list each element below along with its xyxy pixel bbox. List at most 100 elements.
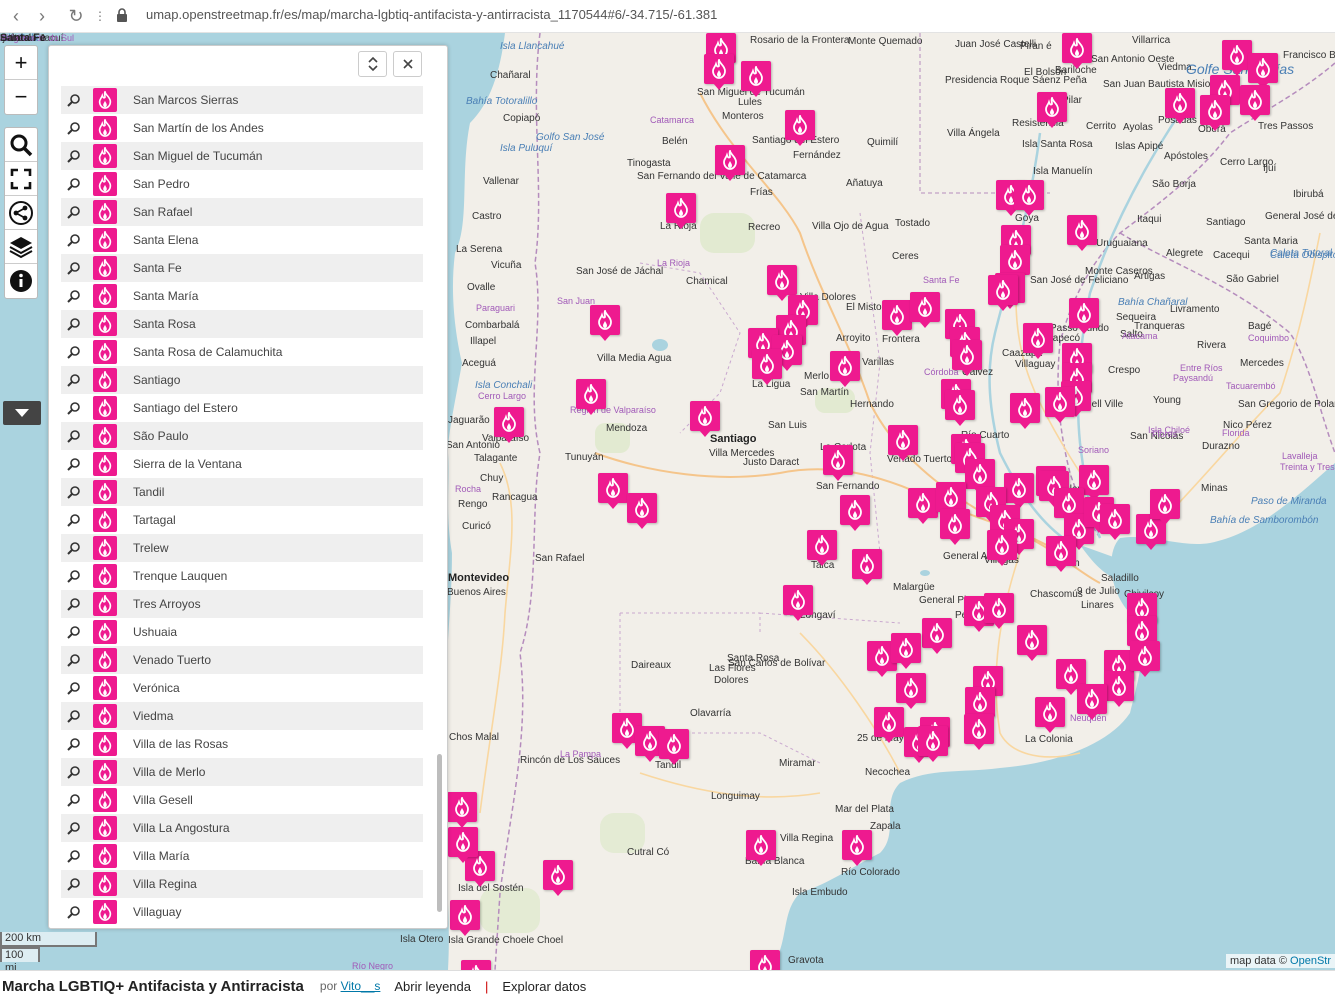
fire-marker[interactable] xyxy=(1035,697,1065,735)
zoom-to-icon[interactable] xyxy=(67,485,91,499)
fire-marker[interactable] xyxy=(543,860,573,898)
list-item-label[interactable]: Villa Gesell xyxy=(133,793,193,807)
fire-marker[interactable] xyxy=(627,493,657,531)
list-item[interactable]: San Miguel de Tucumán xyxy=(61,142,423,170)
list-item-label[interactable]: Viedma xyxy=(133,709,173,723)
fire-marker[interactable] xyxy=(447,792,477,830)
list-item[interactable]: São Paulo xyxy=(61,422,423,450)
list-item[interactable]: San Pedro xyxy=(61,170,423,198)
zoom-to-icon[interactable] xyxy=(67,177,91,191)
list-item-label[interactable]: Villa La Angostura xyxy=(133,821,230,835)
list-item[interactable]: Villa de Merlo xyxy=(61,758,423,786)
zoom-to-icon[interactable] xyxy=(67,429,91,443)
list-item[interactable]: Santiago del Estero xyxy=(61,394,423,422)
list-item-label[interactable]: São Paulo xyxy=(133,429,188,443)
list-item-label[interactable]: Villa de Merlo xyxy=(133,765,205,779)
list-item-label[interactable]: Ushuaia xyxy=(133,625,177,639)
open-legend-link[interactable]: Abrir leyenda xyxy=(394,979,471,994)
zoom-to-icon[interactable] xyxy=(67,513,91,527)
fire-marker[interactable] xyxy=(918,726,948,764)
map-canvas[interactable]: Rosario de la Frontera Monte Quemado Juan … xyxy=(0,33,1335,970)
reload-icon[interactable]: ↻ xyxy=(64,4,88,28)
fire-marker[interactable] xyxy=(1046,536,1076,574)
fire-marker[interactable] xyxy=(741,61,771,99)
explore-data-link[interactable]: Explorar datos xyxy=(502,979,586,994)
zoom-to-icon[interactable] xyxy=(67,541,91,555)
list-item-label[interactable]: San Pedro xyxy=(133,177,190,191)
list-item[interactable]: Santa Elena xyxy=(61,226,423,254)
zoom-to-icon[interactable] xyxy=(67,401,91,415)
list-item-label[interactable]: Sierra de la Ventana xyxy=(133,457,242,471)
list-item[interactable]: Santa Rosa xyxy=(61,310,423,338)
list-item-label[interactable]: Trenque Lauquen xyxy=(133,569,227,583)
fullscreen-button[interactable] xyxy=(5,162,37,196)
zoom-to-icon[interactable] xyxy=(67,457,91,471)
fire-marker[interactable] xyxy=(1165,88,1195,126)
fire-marker[interactable] xyxy=(896,673,926,711)
list-item-label[interactable]: Tandil xyxy=(133,485,164,499)
zoom-to-icon[interactable] xyxy=(67,765,91,779)
fire-marker[interactable] xyxy=(659,729,689,767)
fire-marker[interactable] xyxy=(988,275,1018,313)
list-item[interactable]: Villaguay xyxy=(61,898,423,926)
zoom-to-icon[interactable] xyxy=(67,793,91,807)
fire-marker[interactable] xyxy=(891,633,921,671)
list-item[interactable]: San Marcos Sierras xyxy=(61,86,423,114)
list-item-label[interactable]: Santa Rosa de Calamuchita xyxy=(133,345,282,359)
fire-marker[interactable] xyxy=(840,495,870,533)
list-item[interactable]: Verónica xyxy=(61,674,423,702)
info-button[interactable] xyxy=(5,264,37,298)
fire-marker[interactable] xyxy=(1023,323,1053,361)
fire-marker[interactable] xyxy=(842,830,872,868)
list-item[interactable]: Viedma xyxy=(61,702,423,730)
layers-button[interactable] xyxy=(5,230,37,264)
fire-marker[interactable] xyxy=(807,530,837,568)
fire-marker[interactable] xyxy=(785,110,815,148)
list-item-label[interactable]: Villa Regina xyxy=(133,877,197,891)
fire-marker[interactable] xyxy=(1077,684,1107,722)
author-link[interactable]: Vito__s xyxy=(341,979,381,993)
fire-marker[interactable] xyxy=(1240,85,1270,123)
list-item-label[interactable]: San Rafael xyxy=(133,205,192,219)
zoom-to-icon[interactable] xyxy=(67,317,91,331)
list-item[interactable]: Santa Rosa de Calamuchita xyxy=(61,338,423,366)
zoom-to-icon[interactable] xyxy=(67,121,91,135)
list-item[interactable]: Trenque Lauquen xyxy=(61,562,423,590)
fire-marker[interactable] xyxy=(1014,180,1044,218)
fire-marker[interactable] xyxy=(461,960,491,970)
list-item-label[interactable]: Santiago xyxy=(133,373,180,387)
list-item[interactable]: Sierra de la Ventana xyxy=(61,450,423,478)
zoom-to-icon[interactable] xyxy=(67,597,91,611)
zoom-to-icon[interactable] xyxy=(67,625,91,639)
list-item-label[interactable]: Trelew xyxy=(133,541,169,555)
list-item-label[interactable]: San Miguel de Tucumán xyxy=(133,149,262,163)
list-item-label[interactable]: Santa Elena xyxy=(133,233,198,247)
list-item[interactable]: Santa María xyxy=(61,282,423,310)
share-button[interactable] xyxy=(5,196,37,230)
panel-close-button[interactable] xyxy=(393,51,422,77)
list-item-label[interactable]: Villaguay xyxy=(133,905,181,919)
list-item-label[interactable]: Santiago del Estero xyxy=(133,401,238,415)
fire-marker[interactable] xyxy=(882,300,912,338)
list-item-label[interactable]: Santa María xyxy=(133,289,198,303)
zoom-to-icon[interactable] xyxy=(67,905,91,919)
panel-scrollbar[interactable] xyxy=(435,86,445,928)
fire-marker[interactable] xyxy=(704,54,734,92)
fire-marker[interactable] xyxy=(1150,489,1180,527)
list-item[interactable]: Villa La Angostura xyxy=(61,814,423,842)
list-item[interactable]: Trelew xyxy=(61,534,423,562)
fire-marker[interactable] xyxy=(940,509,970,547)
fire-marker[interactable] xyxy=(910,292,940,330)
fire-marker[interactable] xyxy=(494,407,524,445)
fire-marker[interactable] xyxy=(1037,92,1067,130)
zoom-to-icon[interactable] xyxy=(67,289,91,303)
fire-marker[interactable] xyxy=(746,830,776,868)
list-item[interactable]: Villa María xyxy=(61,842,423,870)
forward-icon[interactable]: › xyxy=(30,4,54,28)
list-item-label[interactable]: Santa Rosa xyxy=(133,317,196,331)
fire-marker[interactable] xyxy=(1045,387,1075,425)
fire-marker[interactable] xyxy=(984,593,1014,631)
zoom-to-icon[interactable] xyxy=(67,373,91,387)
list-item[interactable]: San Martín de los Andes xyxy=(61,114,423,142)
fire-marker[interactable] xyxy=(750,950,780,970)
